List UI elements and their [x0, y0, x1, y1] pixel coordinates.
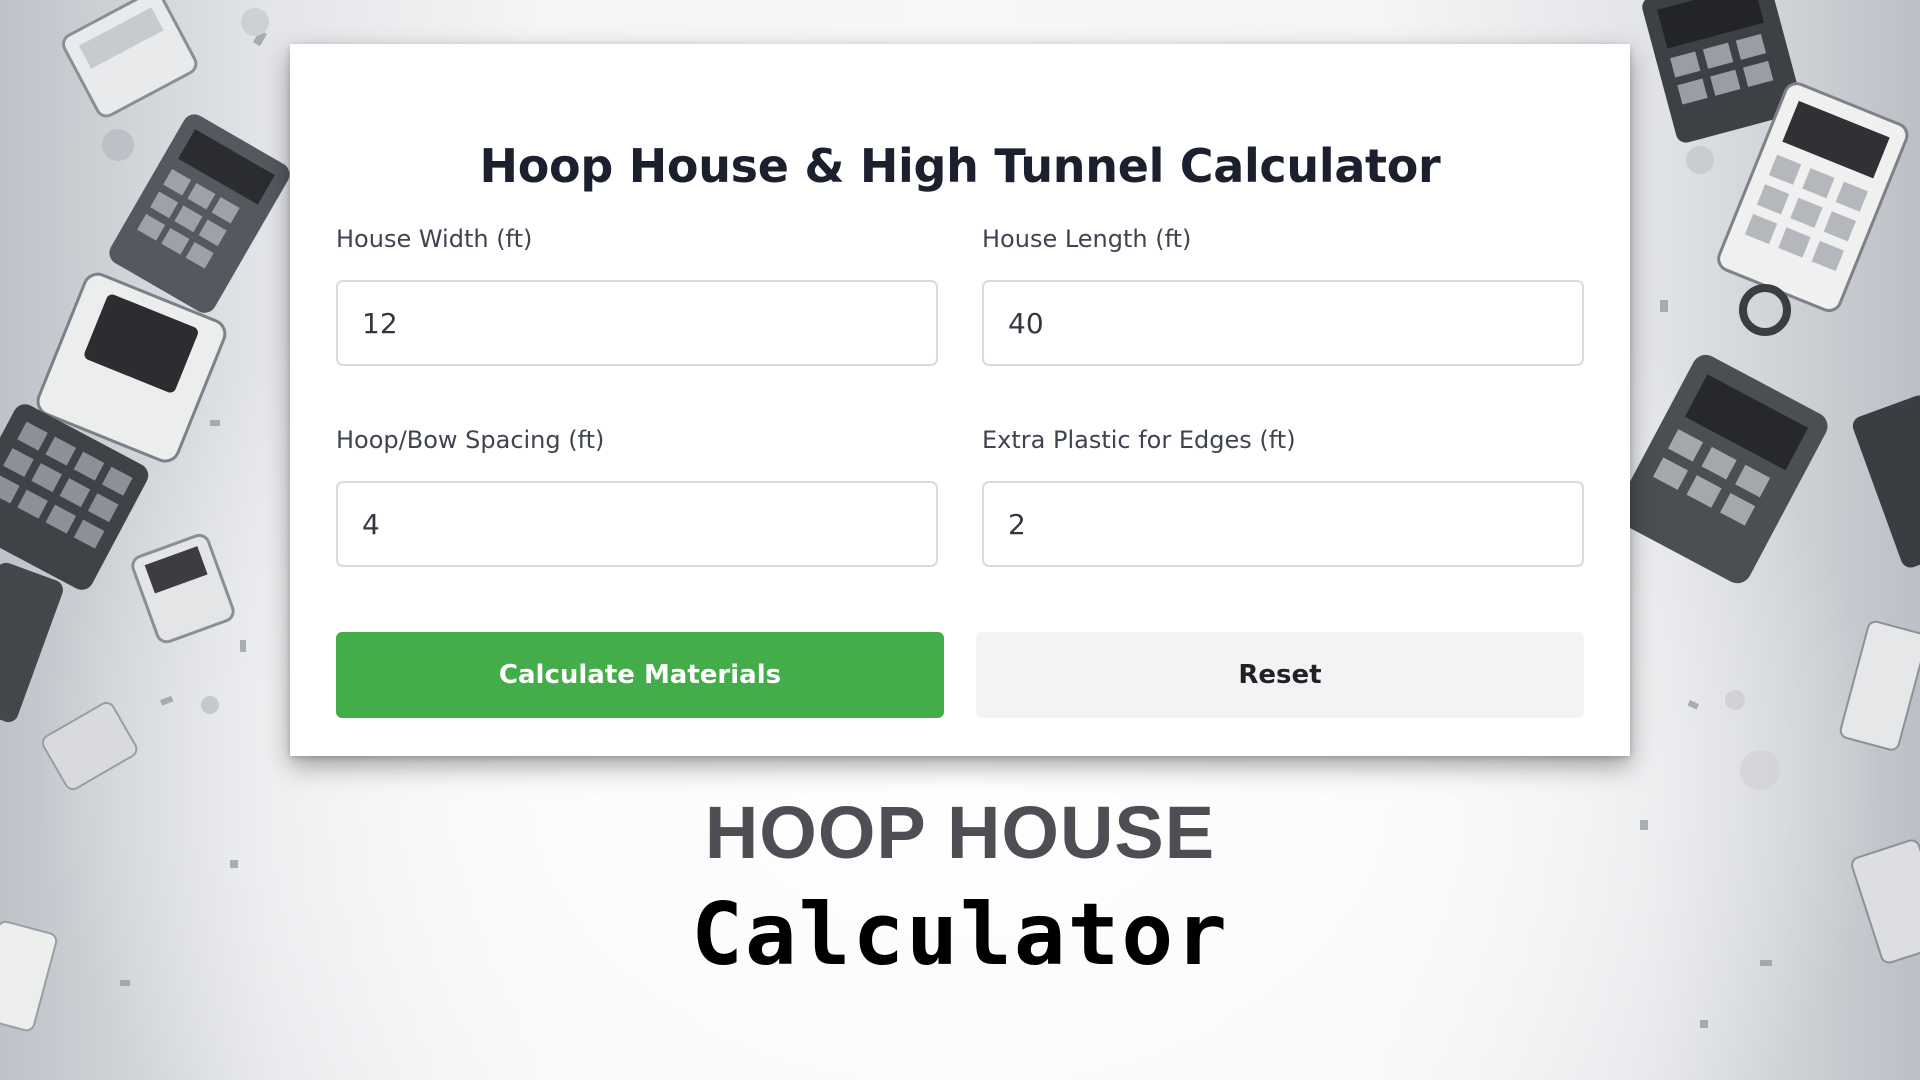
calculator-decoration [62, 0, 198, 118]
calculator-decoration [1839, 620, 1920, 751]
hoop-spacing-label: Hoop/Bow Spacing (ft) [336, 426, 605, 454]
house-length-label: House Length (ft) [982, 225, 1192, 253]
house-width-input[interactable] [336, 280, 938, 366]
hoop-spacing-input[interactable] [336, 481, 938, 567]
calculator-decoration [131, 533, 235, 644]
caption-hoop-house: HOOP HOUSE [704, 791, 1216, 874]
calculator-decoration [1642, 0, 1803, 143]
calculator-decoration [1852, 395, 1920, 568]
extra-plastic-input[interactable] [982, 481, 1584, 567]
confetti-decoration [1739, 284, 1791, 336]
calculator-decoration [0, 404, 149, 590]
calculator-card: Hoop House & High Tunnel Calculator Hous… [290, 44, 1630, 756]
extra-plastic-label: Extra Plastic for Edges (ft) [982, 426, 1296, 454]
calculator-title: Hoop House & High Tunnel Calculator [479, 139, 1441, 193]
calculator-decoration [0, 562, 63, 723]
house-length-input[interactable] [982, 280, 1584, 366]
reset-button[interactable]: Reset [976, 632, 1584, 718]
house-width-label: House Width (ft) [336, 225, 533, 253]
calculator-decoration [41, 701, 138, 791]
calculator-decoration [109, 114, 290, 313]
calculator-decoration [1615, 354, 1828, 584]
calculate-materials-button[interactable]: Calculate Materials [336, 632, 944, 718]
caption-calculator: Calculator [691, 885, 1229, 985]
calculator-decoration [1717, 82, 1909, 313]
calculator-decoration [36, 272, 227, 463]
